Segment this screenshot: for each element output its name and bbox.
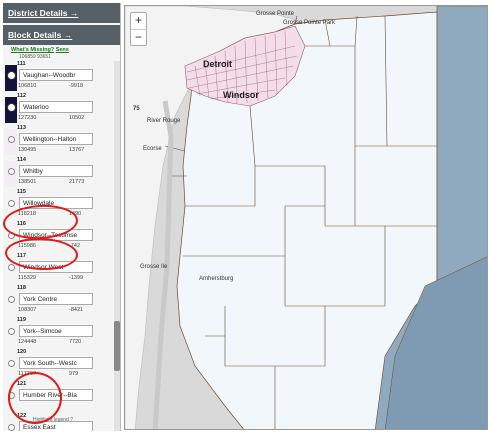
district-row[interactable]: 118 York Centre 108307 -8421 [3, 285, 115, 317]
block-details-link[interactable]: Block Details → [3, 25, 120, 45]
district-name-field[interactable]: Waterloo [19, 101, 93, 113]
district-number: 115 [17, 189, 26, 195]
district-number: 111 [17, 61, 26, 67]
district-radio[interactable] [8, 296, 15, 303]
district-difference: -8421 [69, 307, 84, 313]
zoom-in-button[interactable]: + [131, 13, 146, 29]
district-number: 119 [17, 317, 26, 323]
district-name-field[interactable]: York--Simcoe [19, 325, 93, 337]
sidebar-scrollbar[interactable] [114, 61, 120, 431]
district-population: 106810 [18, 83, 37, 89]
district-radio[interactable] [8, 264, 15, 271]
district-difference: 979 [69, 371, 79, 377]
district-population: 124448 [18, 339, 37, 345]
label-grosse-pointe-park: Grosse Pointe Park [283, 20, 336, 26]
map-view[interactable]: + − Grosse Pointe Grosse Pointe Park Det… [124, 5, 488, 430]
district-number: 112 [17, 93, 26, 99]
zoom-control: + − [130, 12, 147, 46]
district-population: 108307 [18, 307, 37, 313]
sidebar-scroll-thumb[interactable] [114, 321, 120, 371]
district-row[interactable]: 114 Whitby 138501 21773 [3, 157, 115, 189]
district-difference: -1399 [69, 275, 84, 281]
zoom-out-button[interactable]: − [131, 29, 146, 45]
district-name-field[interactable]: Vaughan--Woodbr [19, 69, 93, 81]
label-river-rouge: River Rouge [147, 118, 181, 124]
district-radio[interactable] [8, 360, 15, 367]
whats-missing-link[interactable]: What's Missing? [11, 47, 54, 53]
district-radio[interactable] [8, 72, 15, 79]
district-population: 130495 [18, 147, 37, 153]
label-detroit: Detroit [203, 59, 232, 69]
label-grosse-pointe: Grosse Pointe [256, 11, 295, 17]
label-route-75: 75 [133, 106, 140, 112]
label-amherstburg: Amherstburg [199, 276, 234, 282]
partial-row-values: 106859 93651 [19, 54, 51, 60]
district-population: 115329 [18, 275, 36, 281]
district-difference: 13767 [69, 147, 85, 153]
district-number: 120 [17, 349, 27, 355]
sens-link[interactable]: Sens [56, 47, 69, 53]
district-difference: 21773 [69, 179, 85, 185]
district-radio[interactable] [8, 104, 15, 111]
annotation-circle-essex-east [8, 372, 62, 424]
district-row[interactable]: 111 Vaughan--Woodbr 106810 -9918 [3, 61, 115, 93]
district-difference: 7720 [69, 339, 82, 345]
district-row[interactable]: 113 Wellington--Halton 130495 13767 [3, 125, 115, 157]
district-radio[interactable] [8, 424, 15, 431]
district-radio[interactable] [8, 168, 15, 175]
district-population: 138501 [18, 179, 37, 185]
district-difference: -9918 [69, 83, 84, 89]
label-grosse-ile: Grosse Ile [140, 264, 168, 270]
district-name-field[interactable]: York Centre [19, 293, 93, 305]
district-difference: 10502 [69, 115, 85, 121]
district-number: 118 [17, 285, 26, 291]
label-windsor: Windsor [223, 90, 259, 100]
district-row[interactable]: 119 York--Simcoe 124448 7720 [3, 317, 115, 349]
district-details-link[interactable]: District Details → [3, 3, 120, 23]
district-name-field[interactable]: Wellington--Halton [19, 133, 93, 145]
district-name-field[interactable]: Whitby [19, 165, 93, 177]
map-canvas [125, 6, 487, 429]
label-ecorse: Ecorse [143, 146, 162, 152]
district-number: 113 [17, 125, 26, 131]
district-radio[interactable] [8, 200, 15, 207]
district-population: 127230 [18, 115, 37, 121]
district-name-field[interactable]: York South--Westc [19, 357, 93, 369]
district-row[interactable]: 112 Waterloo 127230 10502 [3, 93, 115, 125]
district-radio[interactable] [8, 328, 15, 335]
district-radio[interactable] [8, 136, 15, 143]
district-number: 114 [17, 157, 26, 163]
